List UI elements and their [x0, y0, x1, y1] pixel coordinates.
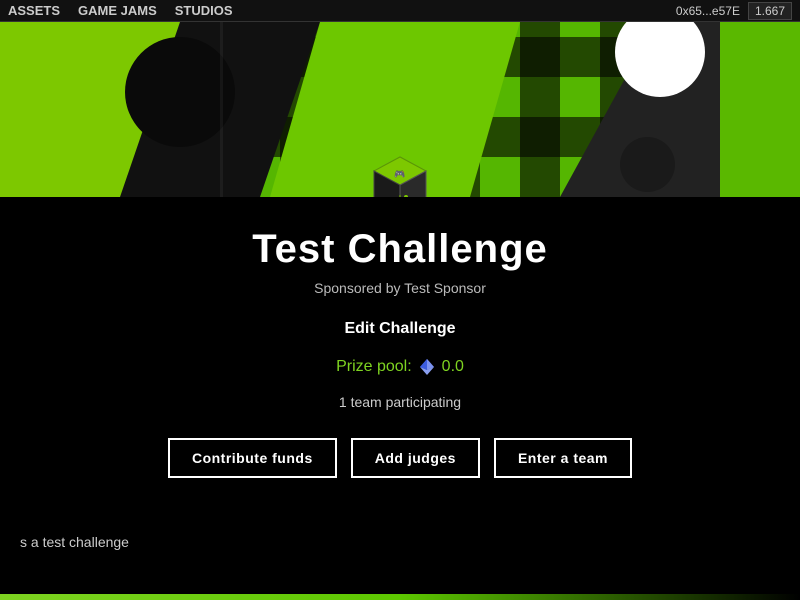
- hero-shape-edge: [720, 22, 800, 197]
- wallet-address[interactable]: 0x65...e57E: [676, 4, 740, 18]
- contribute-funds-button[interactable]: Contribute funds: [168, 438, 337, 478]
- add-judges-button[interactable]: Add judges: [351, 438, 480, 478]
- nav-studios[interactable]: Studios: [175, 3, 233, 18]
- hero-circle-dark: [620, 137, 675, 192]
- prize-pool-label: Prize pool:: [336, 358, 412, 376]
- edit-challenge-label[interactable]: Edit Challenge: [344, 320, 455, 338]
- challenge-title: Test Challenge: [252, 227, 548, 272]
- hero-line: [220, 22, 223, 197]
- navigation: Assets Game Jams Studios 0x65...e57E 1.6…: [0, 0, 800, 22]
- nav-assets[interactable]: Assets: [8, 3, 60, 18]
- hero-circle-large: [125, 37, 235, 147]
- nav-game-jams[interactable]: Game Jams: [78, 3, 157, 18]
- teams-info: 1 team participating: [339, 394, 461, 410]
- svg-text:+: +: [396, 190, 404, 197]
- prize-pool-value: 0.0: [442, 358, 464, 376]
- eth-icon: [418, 358, 436, 376]
- logo-cube: + 🎮: [368, 153, 432, 197]
- challenge-description: s a test challenge: [20, 534, 129, 550]
- sponsored-by: Sponsored by Test Sponsor: [314, 280, 486, 296]
- hero-banner: + 🎮: [0, 22, 800, 197]
- enter-team-button[interactable]: Enter a team: [494, 438, 632, 478]
- bottom-bar: [0, 594, 800, 600]
- action-buttons: Contribute funds Add judges Enter a team: [168, 438, 632, 478]
- wallet-info: 0x65...e57E 1.667: [676, 2, 792, 20]
- prize-pool: Prize pool: 0.0: [336, 358, 464, 376]
- svg-text:🎮: 🎮: [394, 169, 405, 179]
- wallet-balance: 1.667: [748, 2, 792, 20]
